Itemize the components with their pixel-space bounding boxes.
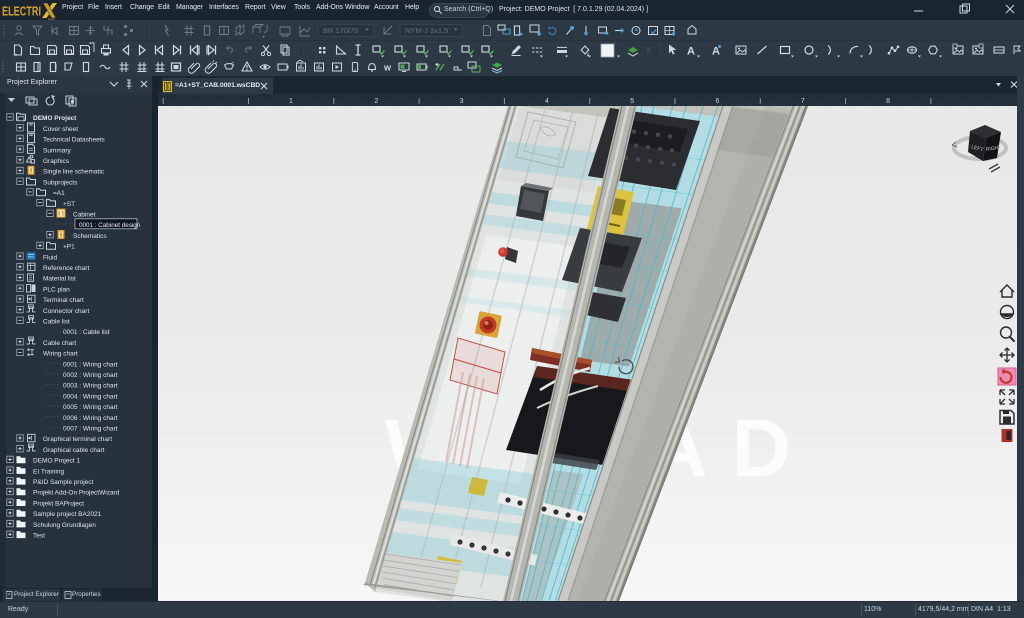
svg-text:Schematics: Schematics [73,233,107,240]
svg-text:0003 : Wiring chart: 0003 : Wiring chart [63,383,118,390]
svg-text:+ST: +ST [63,201,75,208]
svg-text:Subprojects: Subprojects [43,179,78,186]
svg-text:Single line schematic: Single line schematic [43,169,105,176]
svg-text:6: 6 [716,98,720,105]
svg-text:4: 4 [545,98,549,105]
svg-text:Cover sheet: Cover sheet [43,126,78,133]
svg-text:Technical Datasheets: Technical Datasheets [43,137,106,144]
svg-text:ELECTRI: ELECTRI [2,4,41,19]
svg-text:Projekt BAProject: Projekt BAProject [33,500,84,507]
svg-text:BR 170/70: BR 170/70 [323,26,358,35]
svg-text:0001 : Wiring chart: 0001 : Wiring chart [63,361,118,368]
svg-text:Reference chart: Reference chart [43,265,89,272]
svg-text:DEMO Project: DEMO Project [33,115,77,122]
svg-text:Test: Test [33,533,45,540]
svg-text:Material list: Material list [43,276,76,283]
svg-text:P&ID Sample project: P&ID Sample project [33,479,94,486]
svg-text:Graphical terminal chart: Graphical terminal chart [43,436,112,443]
svg-text:Cable list: Cable list [43,319,70,326]
svg-text:Cable chart: Cable chart [43,340,76,347]
svg-text:7: 7 [801,98,805,105]
svg-text:Summary: Summary [43,147,72,154]
svg-text:DEMO Project 1: DEMO Project 1 [33,458,80,465]
svg-text:Connector chart: Connector chart [43,308,89,315]
svg-text:Terminal chart: Terminal chart [43,297,84,304]
svg-text:Projekt Add-On ProjectWizard: Projekt Add-On ProjectWizard [33,490,120,497]
svg-text:=A1: =A1 [53,190,65,197]
svg-text:0007 : Wiring chart: 0007 : Wiring chart [63,426,118,433]
svg-text:A: A [687,46,695,58]
svg-text:Graphics: Graphics [43,158,70,165]
svg-text:PLC plan: PLC plan [43,286,70,293]
svg-text:0004 : Wiring chart: 0004 : Wiring chart [63,393,118,400]
svg-text:NYM-J 3x1,5: NYM-J 3x1,5 [405,26,448,35]
svg-text:RIGHT: RIGHT [985,145,1001,153]
svg-text:EI Training: EI Training [33,468,64,475]
svg-text:+P1: +P1 [63,244,75,251]
svg-text:Fluid: Fluid [43,254,57,261]
svg-text:0001 : Cable list: 0001 : Cable list [63,329,110,336]
svg-text:0001 : Cabinet design: 0001 : Cabinet design [79,222,141,229]
svg-text:0006 : Wiring chart: 0006 : Wiring chart [63,415,118,422]
svg-text:0005 : Wiring chart: 0005 : Wiring chart [63,404,118,411]
svg-text:Schulung Grundlagen: Schulung Grundlagen [33,522,96,529]
svg-text:Cabinet: Cabinet [73,212,96,219]
svg-text:3: 3 [460,98,464,105]
svg-text:0002 : Wiring chart: 0002 : Wiring chart [63,372,118,379]
svg-text:w: w [383,63,392,73]
svg-text:Wiring chart: Wiring chart [43,351,78,358]
svg-text:Sample project BA2021: Sample project BA2021 [33,511,102,518]
svg-text:Graphical cable chart: Graphical cable chart [43,447,105,454]
